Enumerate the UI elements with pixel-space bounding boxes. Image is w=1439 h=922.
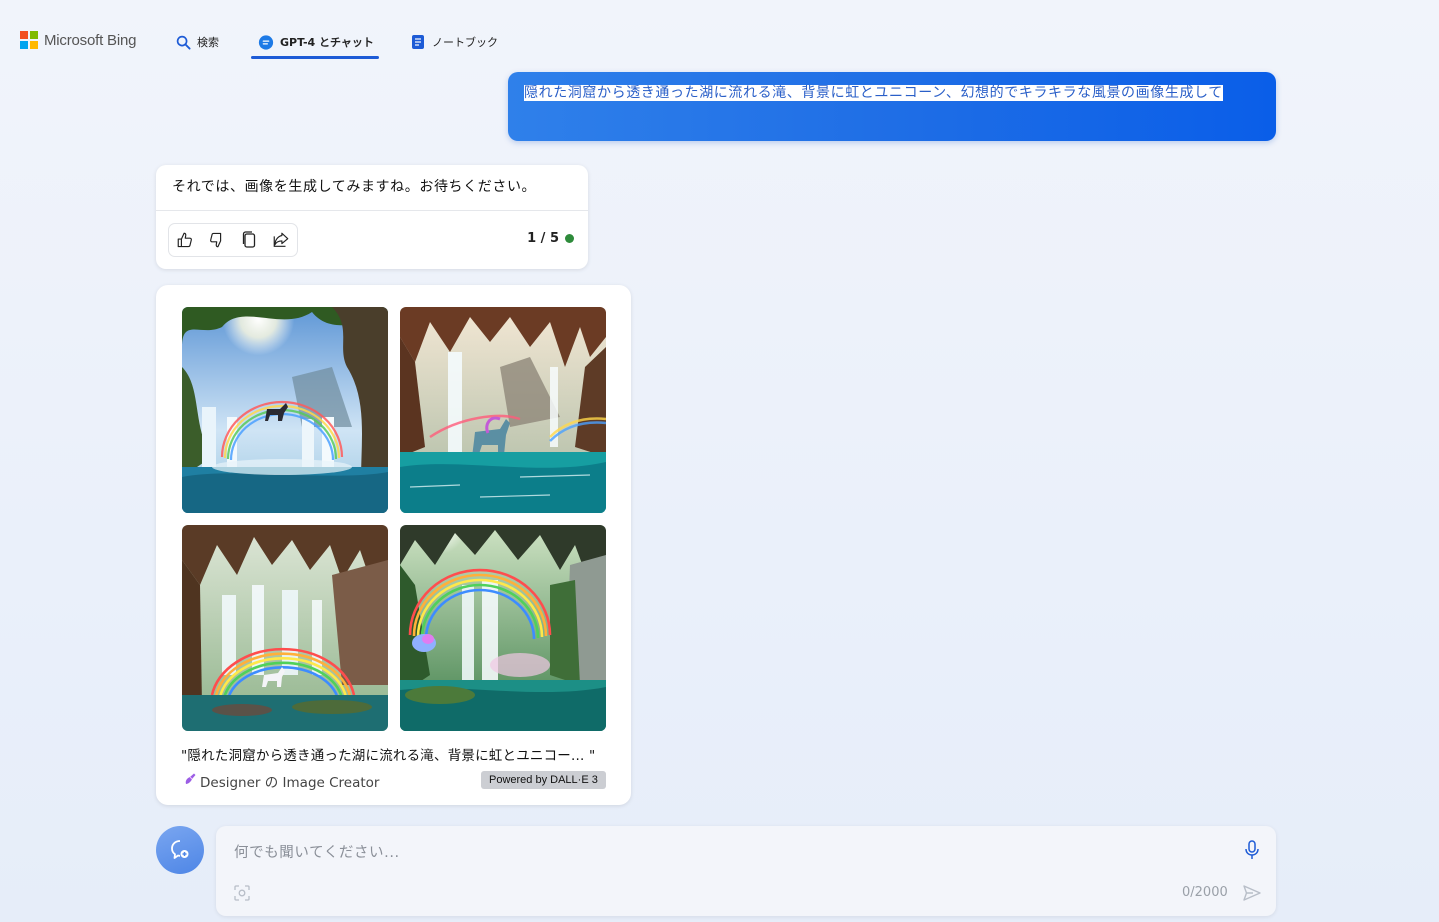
- tab-search[interactable]: 検索: [175, 28, 219, 56]
- tab-notebook-label: ノートブック: [432, 36, 498, 49]
- generated-image-2[interactable]: [400, 307, 606, 513]
- generated-image-1[interactable]: [182, 307, 388, 513]
- designer-attribution[interactable]: Designer の Image Creator: [183, 771, 379, 791]
- share-icon[interactable]: [270, 229, 292, 251]
- chat-input[interactable]: [232, 840, 1216, 866]
- new-topic-button[interactable]: [156, 826, 204, 874]
- send-icon[interactable]: [1242, 883, 1262, 903]
- tab-chat[interactable]: GPT-4 とチャット: [258, 28, 374, 56]
- feedback-toolbar: [168, 223, 298, 257]
- dalle-badge: Powered by DALL·E 3: [481, 771, 606, 789]
- user-message-selection: 隠れた洞窟から透き通った湖に流れる滝、背景に虹とユニコーン、幻想的でキラキラな風…: [524, 85, 1223, 101]
- character-count: 0/2000: [1182, 885, 1228, 900]
- new-topic-icon: [171, 840, 189, 859]
- tab-notebook[interactable]: ノートブック: [410, 28, 498, 56]
- image-caption[interactable]: "隠れた洞窟から透き通った湖に流れる滝、背景に虹とユニコー... ": [181, 744, 595, 764]
- divider: [156, 210, 588, 211]
- response-counter: 1 / 5: [527, 231, 574, 246]
- copy-icon[interactable]: [238, 229, 260, 251]
- bing-logo[interactable]: Microsoft Bing: [20, 31, 136, 49]
- top-bar: Microsoft Bing 検索 GPT-4 とチャット ノートブック: [0, 0, 1439, 66]
- tab-search-label: 検索: [197, 36, 219, 49]
- response-counter-text: 1 / 5: [527, 231, 559, 246]
- tab-chat-label: GPT-4 とチャット: [280, 36, 374, 49]
- chat-composer: 0/2000: [216, 826, 1276, 916]
- generated-image-3[interactable]: [182, 525, 388, 731]
- assistant-message-text: それでは、画像を生成してみますね。お待ちください。: [172, 179, 537, 195]
- thumbs-up-icon[interactable]: [174, 229, 196, 251]
- visual-search-icon[interactable]: [233, 884, 251, 902]
- microphone-icon[interactable]: [1244, 840, 1260, 860]
- chat-icon: [258, 34, 274, 50]
- image-creator-card: "隠れた洞窟から透き通った湖に流れる滝、背景に虹とユニコー... " Desig…: [156, 285, 631, 805]
- generated-image-4[interactable]: [400, 525, 606, 731]
- assistant-message-card: それでは、画像を生成してみますね。お待ちください。 1 / 5: [156, 165, 588, 269]
- active-tab-indicator: [251, 56, 379, 59]
- microsoft-logo-icon: [20, 31, 38, 49]
- status-dot: [565, 234, 574, 243]
- search-icon: [175, 34, 191, 50]
- notebook-icon: [410, 34, 426, 50]
- user-message-bubble: 隠れた洞窟から透き通った湖に流れる滝、背景に虹とユニコーン、幻想的でキラキラな風…: [508, 72, 1276, 141]
- designer-attribution-text: Designer の Image Creator: [200, 775, 380, 791]
- logo-text: Microsoft Bing: [44, 31, 137, 49]
- user-message-text[interactable]: 隠れた洞窟から透き通った湖に流れる滝、背景に虹とユニコーン、幻想的でキラキラな風…: [524, 80, 1266, 106]
- thumbs-down-icon[interactable]: [206, 229, 228, 251]
- designer-icon: [183, 772, 197, 790]
